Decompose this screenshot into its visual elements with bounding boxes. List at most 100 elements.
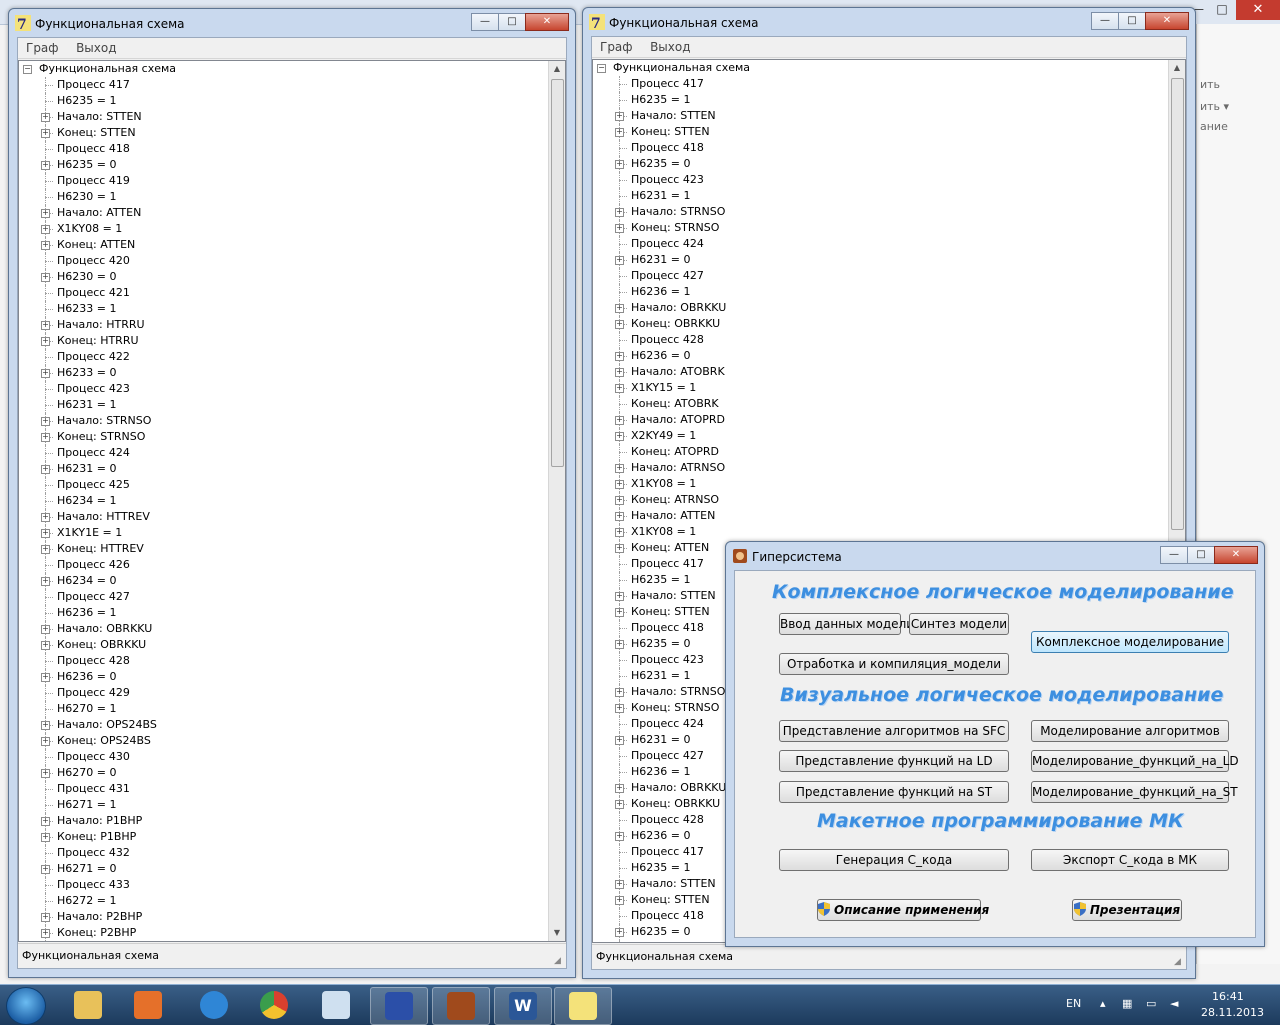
- minimize-button[interactable]: —: [1160, 546, 1188, 564]
- expand-icon[interactable]: +: [41, 577, 50, 586]
- expand-icon[interactable]: +: [615, 304, 624, 313]
- compile-model-button[interactable]: Отработка и компиляция_модели: [779, 653, 1009, 675]
- functional-scheme-window-left[interactable]: 7 Функциональная схема — □ ✕ Граф Выход …: [8, 8, 576, 978]
- bg-close-button[interactable]: ✕: [1236, 0, 1280, 20]
- menu-exit[interactable]: Выход: [636, 37, 690, 54]
- close-button[interactable]: ✕: [1214, 546, 1258, 564]
- expand-icon[interactable]: +: [615, 832, 624, 841]
- expand-icon[interactable]: +: [615, 352, 624, 361]
- expand-icon[interactable]: +: [41, 161, 50, 170]
- taskbar-hypersystem[interactable]: [432, 987, 490, 1025]
- expand-icon[interactable]: +: [615, 688, 624, 697]
- resize-grip-icon[interactable]: ◢: [554, 956, 564, 966]
- taskbar-notepad[interactable]: [308, 987, 364, 1023]
- synthesize-model-button[interactable]: Синтез модели: [909, 613, 1009, 635]
- expand-icon[interactable]: +: [41, 321, 50, 330]
- expand-icon[interactable]: +: [41, 241, 50, 250]
- expand-icon[interactable]: +: [41, 225, 50, 234]
- expand-icon[interactable]: +: [615, 464, 624, 473]
- expand-icon[interactable]: +: [615, 528, 624, 537]
- expand-icon[interactable]: +: [41, 737, 50, 746]
- maximize-button[interactable]: □: [1187, 546, 1215, 564]
- expand-icon[interactable]: +: [615, 640, 624, 649]
- expand-icon[interactable]: +: [615, 128, 624, 137]
- input-model-data-button[interactable]: Ввод данных модели: [779, 613, 914, 635]
- hypersystem-window[interactable]: Гиперсистема — □ ✕ Комплексное логическо…: [725, 541, 1265, 947]
- language-indicator[interactable]: EN: [1066, 997, 1081, 1010]
- expand-icon[interactable]: +: [615, 496, 624, 505]
- title-bar[interactable]: 7 Функциональная схема — □ ✕: [583, 8, 1195, 36]
- close-button[interactable]: ✕: [525, 13, 569, 31]
- menu-exit[interactable]: Выход: [62, 38, 116, 55]
- collapse-icon[interactable]: −: [597, 64, 606, 73]
- ld-functions-button[interactable]: Представление функций на LD: [779, 750, 1009, 772]
- clock-time[interactable]: 16:41: [1212, 990, 1244, 1003]
- expand-icon[interactable]: +: [615, 896, 624, 905]
- collapse-icon[interactable]: −: [23, 65, 32, 74]
- network-icon[interactable]: ▦: [1122, 997, 1132, 1010]
- expand-icon[interactable]: +: [41, 673, 50, 682]
- expand-icon[interactable]: +: [41, 337, 50, 346]
- expand-icon[interactable]: +: [615, 480, 624, 489]
- expand-icon[interactable]: +: [41, 113, 50, 122]
- expand-icon[interactable]: +: [615, 608, 624, 617]
- title-bar[interactable]: 7 Функциональная схема — □ ✕: [9, 9, 575, 37]
- expand-icon[interactable]: +: [41, 721, 50, 730]
- scroll-down-arrow-icon[interactable]: ▼: [549, 925, 565, 941]
- expand-icon[interactable]: +: [615, 160, 624, 169]
- start-orb-icon[interactable]: [6, 987, 46, 1025]
- tree-view[interactable]: − Функциональная схема Процесс 417 H6235 = …: [18, 60, 566, 942]
- expand-icon[interactable]: +: [41, 817, 50, 826]
- expand-icon[interactable]: +: [615, 880, 624, 889]
- expand-icon[interactable]: +: [41, 465, 50, 474]
- expand-icon[interactable]: +: [41, 769, 50, 778]
- resize-grip-icon[interactable]: ◢: [1174, 957, 1184, 967]
- clock-date[interactable]: 28.11.2013: [1201, 1006, 1264, 1019]
- expand-icon[interactable]: +: [41, 513, 50, 522]
- scroll-up-arrow-icon[interactable]: ▲: [1169, 60, 1185, 76]
- export-c-code-button[interactable]: Экспорт С_кода в МК: [1031, 849, 1229, 871]
- expand-icon[interactable]: +: [41, 641, 50, 650]
- minimize-button[interactable]: —: [1091, 12, 1119, 30]
- expand-icon[interactable]: +: [41, 417, 50, 426]
- title-bar[interactable]: Гиперсистема — □ ✕: [726, 542, 1264, 570]
- st-functions-button[interactable]: Представление функций на ST: [779, 781, 1009, 803]
- expand-icon[interactable]: +: [41, 929, 50, 938]
- usage-description-button[interactable]: Описание применения: [817, 899, 989, 921]
- expand-icon[interactable]: +: [615, 384, 624, 393]
- minimize-button[interactable]: —: [471, 13, 499, 31]
- vertical-scrollbar[interactable]: ▲ ▼: [548, 61, 565, 941]
- maximize-button[interactable]: □: [1118, 12, 1146, 30]
- expand-icon[interactable]: +: [41, 369, 50, 378]
- taskbar-ie[interactable]: [186, 987, 242, 1023]
- expand-icon[interactable]: +: [615, 800, 624, 809]
- expand-icon[interactable]: +: [41, 913, 50, 922]
- expand-icon[interactable]: +: [615, 224, 624, 233]
- model-ld-functions-button[interactable]: Моделирование_функций_на_LD: [1031, 750, 1239, 772]
- generate-c-code-button[interactable]: Генерация С_кода: [779, 849, 1009, 871]
- sfc-algorithms-button[interactable]: Представление алгоритмов на SFC: [779, 720, 1009, 742]
- taskbar-explorer[interactable]: [60, 987, 116, 1023]
- expand-icon[interactable]: +: [615, 368, 624, 377]
- maximize-button[interactable]: □: [498, 13, 526, 31]
- expand-icon[interactable]: +: [615, 704, 624, 713]
- taskbar-chrome[interactable]: [246, 987, 302, 1023]
- taskbar-floppy-app[interactable]: [370, 987, 428, 1025]
- expand-icon[interactable]: +: [615, 256, 624, 265]
- expand-icon[interactable]: +: [41, 433, 50, 442]
- scroll-up-arrow-icon[interactable]: ▲: [549, 61, 565, 77]
- model-algorithms-button[interactable]: Моделирование алгоритмов: [1031, 720, 1229, 742]
- model-st-functions-button[interactable]: Моделирование_функций_на_ST: [1031, 781, 1238, 803]
- expand-icon[interactable]: +: [615, 512, 624, 521]
- expand-icon[interactable]: +: [41, 833, 50, 842]
- expand-icon[interactable]: +: [615, 784, 624, 793]
- expand-icon[interactable]: +: [41, 529, 50, 538]
- scroll-thumb[interactable]: [551, 79, 564, 467]
- expand-icon[interactable]: +: [615, 592, 624, 601]
- expand-icon[interactable]: +: [41, 545, 50, 554]
- expand-icon[interactable]: +: [615, 208, 624, 217]
- taskbar-media-player[interactable]: [120, 987, 176, 1023]
- expand-icon[interactable]: +: [41, 273, 50, 282]
- expand-icon[interactable]: +: [615, 736, 624, 745]
- expand-icon[interactable]: +: [41, 209, 50, 218]
